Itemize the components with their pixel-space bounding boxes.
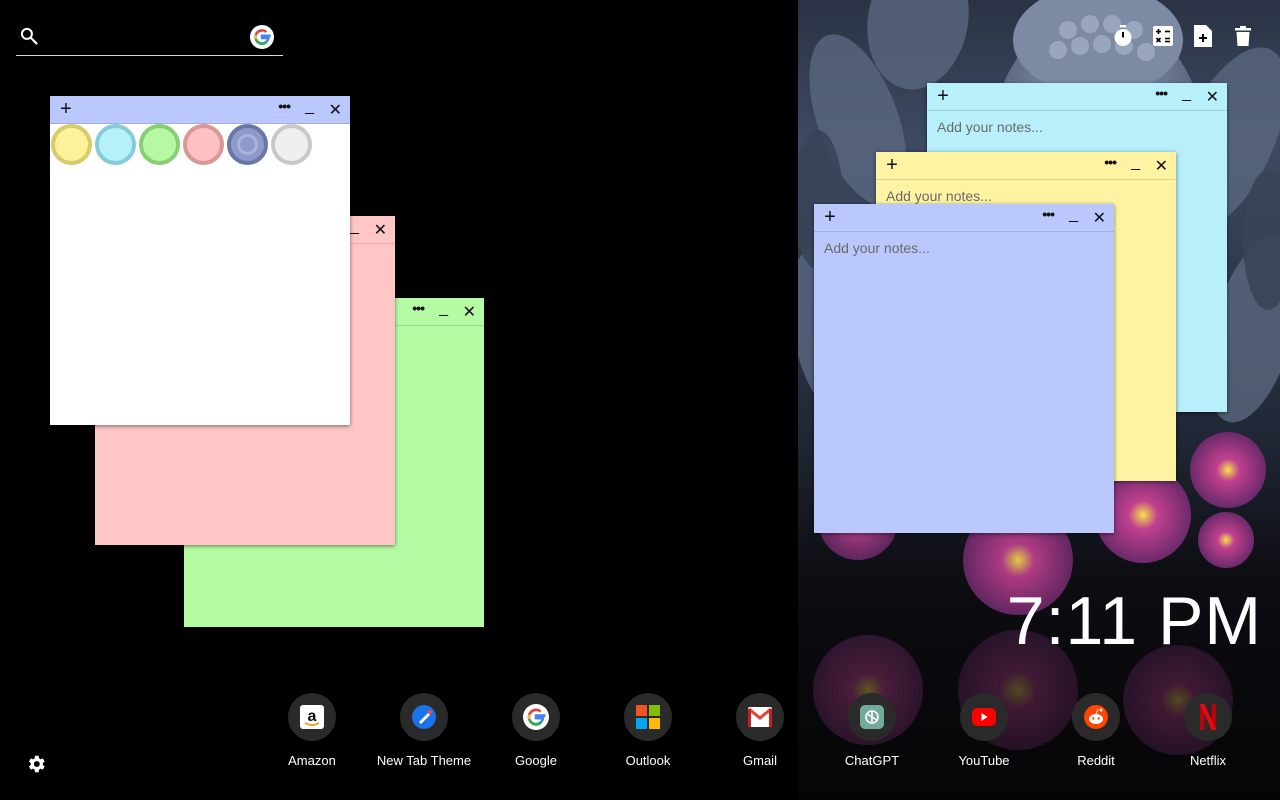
search-input[interactable] [50,24,250,52]
swatch-green[interactable] [139,124,180,165]
youtube-icon [972,708,996,726]
note-toolbar: + ••• _ ✕ [927,83,1227,111]
note-close-button[interactable]: ✕ [1206,87,1219,107]
note-more-button[interactable]: ••• [1042,206,1055,222]
shortcut-label: ChatGPT [844,753,900,768]
color-palette [51,124,312,165]
gmail-icon [748,707,772,727]
note-add-button[interactable]: + [934,86,952,106]
shortcut-amazon[interactable]: a Amazon [256,693,368,768]
swatch-pink[interactable] [183,124,224,165]
note-more-button[interactable]: ••• [1155,85,1168,101]
shortcut-label: Google [515,753,557,768]
shortcut-label: Amazon [288,753,336,768]
new-tab-page: ••• _ ✕ ••• _ ✕ + ••• _ ✕ + [0,0,1280,800]
trash-icon[interactable] [1232,24,1254,48]
reddit-icon [1084,705,1108,729]
note-minimize-button[interactable]: _ [350,218,359,236]
shortcut-youtube[interactable]: YouTube [928,693,1040,768]
settings-gear-icon[interactable] [25,753,47,775]
shortcut-label: New Tab Theme [376,753,472,768]
note-add-button[interactable]: + [821,207,839,227]
google-icon[interactable] [250,25,274,49]
shortcut-label: YouTube [958,753,1010,768]
shortcut-google[interactable]: Google [480,693,592,768]
shortcut-chatgpt[interactable]: ChatGPT [816,693,928,768]
swatch-cyan[interactable] [95,124,136,165]
note-toolbar: + ••• _ ✕ [814,204,1114,232]
shortcut-label: Gmail [743,753,777,768]
note-close-button[interactable]: ✕ [1155,156,1168,176]
shortcut-label: Reddit [1077,753,1115,768]
note-minimize-button[interactable]: _ [1069,206,1078,224]
clock: 7:11 PM [1006,583,1262,659]
note-lavender[interactable]: + ••• _ ✕ Add your notes... [814,204,1114,533]
chatgpt-icon [860,705,884,729]
search-icon[interactable] [19,26,39,46]
note-more-button[interactable]: ••• [1104,154,1117,170]
note-close-button[interactable]: ✕ [374,220,387,240]
note-minimize-button[interactable]: _ [1182,85,1191,103]
note-close-button[interactable]: ✕ [1093,208,1106,228]
note-minimize-button[interactable]: _ [439,300,448,318]
shortcut-label: Outlook [625,753,671,768]
note-more-button[interactable]: ••• [278,98,291,114]
shortcut-netflix[interactable]: Netflix [1152,693,1264,768]
swatch-yellow[interactable] [51,124,92,165]
shortcut-gmail[interactable]: Gmail [704,693,816,768]
shortcut-label: Netflix [1189,753,1227,768]
note-more-button[interactable]: ••• [412,300,425,316]
search-bar [16,20,283,56]
note-text-area[interactable]: Add your notes... [814,232,1114,533]
swatch-gray[interactable] [271,124,312,165]
shortcuts-bar: a Amazon New Tab Theme Google Outlook Gm… [256,693,1280,773]
toolbar [1112,24,1254,48]
note-add-button[interactable]: + [57,99,75,119]
note-close-button[interactable]: ✕ [329,100,342,120]
netflix-icon [1200,704,1216,730]
calculator-icon[interactable] [1152,24,1174,48]
swatch-lavender-selected[interactable] [227,124,268,165]
shortcut-reddit[interactable]: Reddit [1040,693,1152,768]
note-add-button[interactable]: + [883,155,901,175]
note-minimize-button[interactable]: _ [305,98,314,116]
amazon-icon: a [300,705,324,729]
shortcut-new-tab-theme[interactable]: New Tab Theme [368,693,480,768]
timer-icon[interactable] [1112,24,1134,48]
note-toolbar: + ••• _ ✕ [50,96,350,124]
note-white[interactable]: + ••• _ ✕ [50,96,350,425]
note-toolbar: + ••• _ ✕ [876,152,1176,180]
note-minimize-button[interactable]: _ [1131,154,1140,172]
note-close-button[interactable]: ✕ [463,302,476,322]
svg-text:a: a [308,708,317,725]
google-icon [523,704,549,730]
outlook-icon [636,705,660,729]
shortcut-outlook[interactable]: Outlook [592,693,704,768]
add-note-icon[interactable] [1192,24,1214,48]
new-tab-theme-icon [412,705,436,729]
